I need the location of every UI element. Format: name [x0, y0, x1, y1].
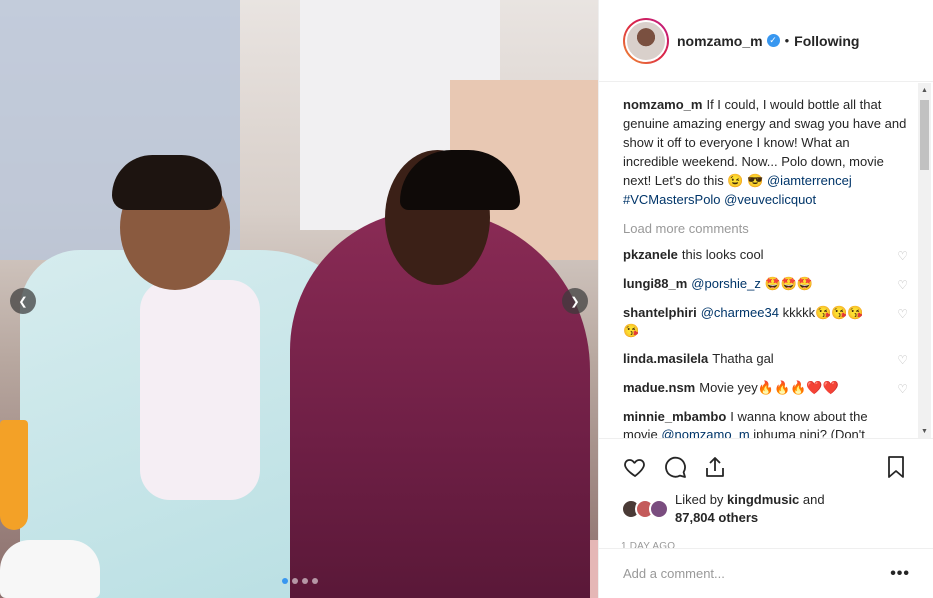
comment-item: lungi88_m @porshie_z 🤩🤩🤩 ♡ — [623, 275, 908, 294]
comment-like-heart-icon[interactable]: ♡ — [897, 305, 908, 323]
likes-summary: Liked by kingdmusic and 87,804 others — [621, 491, 910, 527]
comment-item: minnie_mbambo I wanna know about the movi… — [623, 408, 908, 438]
heart-icon[interactable] — [621, 453, 649, 481]
comment-like-heart-icon[interactable]: ♡ — [897, 276, 908, 294]
post-header: nomzamo_m ✓ • Following — [599, 0, 933, 82]
next-image-button[interactable]: ❯ — [562, 288, 588, 314]
comment-item: linda.masilela Thatha gal ♡ — [623, 350, 908, 369]
likes-and: and — [802, 492, 825, 507]
load-more-comments-button[interactable]: Load more comments — [623, 221, 908, 236]
likes-text: Liked by kingdmusic and 87,804 others — [675, 491, 825, 527]
liker-avatar — [649, 499, 669, 519]
scroll-down-arrow-icon[interactable]: ▼ — [918, 424, 931, 438]
verified-badge-icon: ✓ — [766, 34, 780, 47]
caption-mention-2[interactable]: @veuveclicquot — [724, 192, 816, 207]
carousel-dot[interactable] — [282, 578, 288, 584]
post-actions: Liked by kingdmusic and 87,804 others 1 … — [599, 438, 933, 552]
post-media[interactable]: ❮ ❯ — [0, 0, 598, 598]
photo-man-shirt — [140, 280, 260, 500]
photo-champagne-glass — [0, 420, 28, 530]
header-username[interactable]: nomzamo_m — [677, 33, 763, 49]
carousel-dots — [282, 578, 318, 584]
caption-mention[interactable]: @iamterrencej — [767, 173, 852, 188]
comment-like-heart-icon[interactable]: ♡ — [897, 247, 908, 265]
post-caption: nomzamo_m If I could, I would bottle all … — [623, 95, 908, 209]
comment-username[interactable]: madue.nsm — [623, 380, 695, 395]
liked-by-user[interactable]: kingdmusic — [727, 492, 799, 507]
comment-username[interactable]: linda.masilela — [623, 351, 708, 366]
comment-username[interactable]: minnie_mbambo — [623, 409, 726, 424]
comment-text: this looks cool — [681, 247, 764, 262]
comments-list[interactable]: nomzamo_m If I could, I would bottle all … — [599, 83, 933, 438]
share-icon[interactable] — [701, 453, 729, 481]
photo-man-hair — [112, 155, 222, 210]
comment-text: 🤩🤩🤩 — [764, 276, 814, 291]
header-separator: • — [784, 33, 790, 48]
comment-item: shantelphiri @charmee34 kkkkk😘😘😘😘 ♡ — [623, 304, 908, 340]
scroll-up-arrow-icon[interactable]: ▲ — [918, 83, 931, 97]
add-comment-input[interactable] — [623, 566, 891, 581]
post-sidebar: nomzamo_m ✓ • Following nomzamo_m If I co… — [598, 0, 933, 598]
comment-username[interactable]: pkzanele — [623, 247, 678, 262]
photo-sneaker — [0, 540, 100, 598]
add-comment-bar: ••• — [599, 548, 933, 598]
comment-mention[interactable]: @porshie_z — [691, 276, 761, 291]
comment-item: madue.nsm Movie yey🔥🔥🔥❤️❤️ ♡ — [623, 379, 908, 398]
carousel-dot[interactable] — [302, 578, 308, 584]
comment-mention[interactable]: @nomzamo_m — [661, 427, 749, 438]
bookmark-icon[interactable] — [882, 453, 910, 481]
likes-count[interactable]: 87,804 others — [675, 510, 758, 525]
more-options-icon[interactable]: ••• — [890, 565, 910, 583]
comment-like-heart-icon[interactable]: ♡ — [897, 380, 908, 398]
comment-item: pkzanele this looks cool ♡ — [623, 246, 908, 265]
comment-username[interactable]: lungi88_m — [623, 276, 687, 291]
comment-username[interactable]: shantelphiri — [623, 305, 697, 320]
carousel-dot[interactable] — [292, 578, 298, 584]
comment-mention[interactable]: @charmee34 — [701, 305, 779, 320]
caption-username[interactable]: nomzamo_m — [623, 97, 702, 112]
comment-icon[interactable] — [661, 453, 689, 481]
comment-text: Movie yey🔥🔥🔥❤️❤️ — [699, 380, 839, 395]
caption-hashtag[interactable]: #VCMastersPolo — [623, 192, 721, 207]
comments-scrollbar[interactable]: ▲ ▼ — [918, 83, 931, 438]
comment-text: Thatha gal — [712, 351, 774, 366]
liked-by-label: Liked by — [675, 492, 724, 507]
chevron-left-icon: ❮ — [18, 295, 28, 308]
profile-avatar[interactable] — [623, 17, 669, 64]
scrollbar-thumb[interactable] — [920, 100, 929, 170]
following-button[interactable]: Following — [794, 33, 859, 49]
carousel-dot[interactable] — [312, 578, 318, 584]
comment-like-heart-icon[interactable]: ♡ — [897, 351, 908, 369]
previous-image-button[interactable]: ❮ — [10, 288, 36, 314]
chevron-right-icon: ❯ — [570, 295, 580, 308]
avatar-image — [625, 19, 667, 62]
action-bar — [621, 447, 910, 487]
liker-avatars[interactable] — [621, 499, 669, 519]
